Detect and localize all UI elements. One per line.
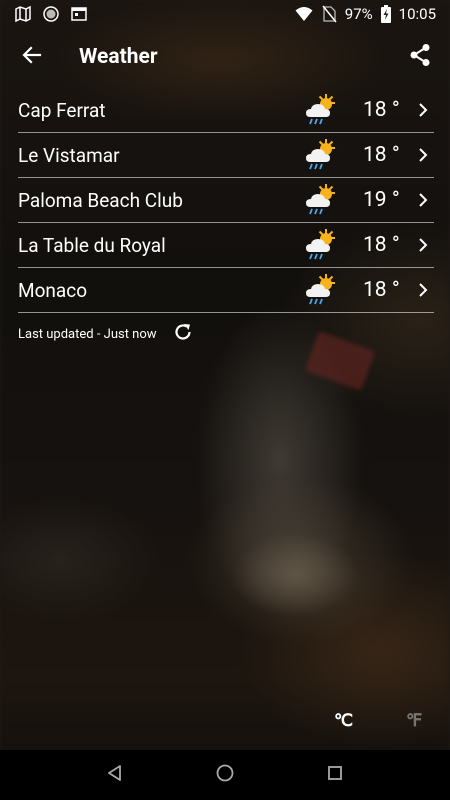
temperature: 18 ° [363,98,400,122]
map-icon [14,5,32,23]
share-icon [409,43,431,71]
battery-charging-icon [380,5,391,23]
app-bar: Weather [0,34,450,80]
celsius-toggle[interactable]: ℃ [334,711,353,731]
last-updated-text: Last updated - Just now [18,326,157,342]
calendar-app-icon [70,5,88,23]
temperature: 18 ° [363,233,400,257]
status-bar: 97% 10:05 [0,0,450,28]
sun-cloud-rain-icon [304,273,338,307]
chevron-right-icon [416,190,430,210]
fahrenheit-toggle[interactable]: ℉ [406,711,422,731]
temperature: 18 ° [363,143,400,167]
list-item[interactable]: Monaco 18 ° [18,268,434,313]
temperature: 18 ° [363,278,400,302]
refresh-icon [173,322,193,346]
circle-home-icon [215,763,235,787]
no-sim-icon [321,5,337,23]
navigation-bar [0,750,450,800]
nav-recents-button[interactable] [313,753,357,797]
chevron-right-icon [416,280,430,300]
sun-cloud-rain-icon [304,228,338,262]
sun-cloud-rain-icon [304,138,338,172]
list-item[interactable]: Paloma Beach Club 19 ° [18,178,434,223]
location-list: Cap Ferrat 18 ° Le Vistamar 18 ° Paloma … [18,88,434,313]
chevron-right-icon [416,235,430,255]
arrow-left-icon [22,45,42,69]
battery-percent: 97% [344,5,373,23]
page-title: Weather [79,45,158,69]
list-item[interactable]: Le Vistamar 18 ° [18,133,434,178]
last-updated: Last updated - Just now [18,322,195,346]
square-recents-icon [327,765,343,785]
back-button[interactable] [12,37,52,77]
nav-back-button[interactable] [93,753,137,797]
chevron-right-icon [416,145,430,165]
sun-cloud-rain-icon [304,183,338,217]
list-item[interactable]: Cap Ferrat 18 ° [18,88,434,133]
refresh-button[interactable] [171,322,195,346]
chevron-right-icon [416,100,430,120]
nav-home-button[interactable] [203,753,247,797]
sun-cloud-rain-icon [304,93,338,127]
circle-app-icon [42,5,60,23]
triangle-back-icon [106,764,124,786]
share-button[interactable] [400,37,440,77]
list-item[interactable]: La Table du Royal 18 ° [18,223,434,268]
clock: 10:05 [398,5,436,23]
temperature: 19 ° [363,188,400,212]
wifi-icon [295,6,313,22]
